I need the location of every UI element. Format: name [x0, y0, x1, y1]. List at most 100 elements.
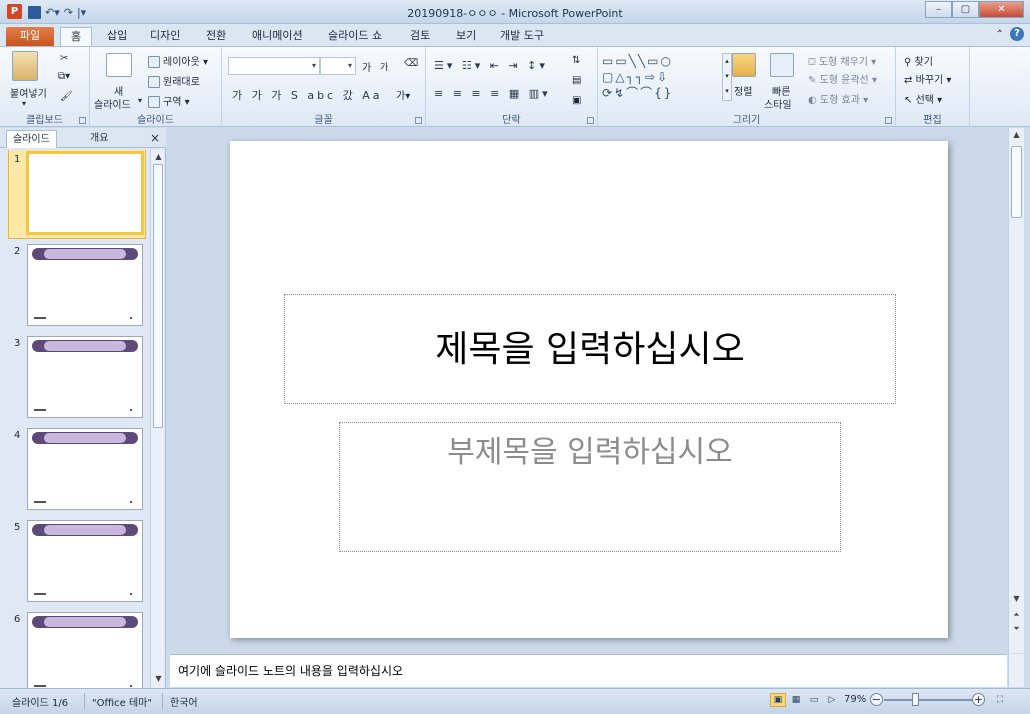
grow-font-button[interactable]: 가: [362, 59, 371, 74]
panel-tabs: 슬라이드 개요 ×: [0, 128, 166, 148]
zoom-slider[interactable]: [884, 699, 976, 701]
slide-thumbnail-row[interactable]: 6: [0, 610, 150, 688]
shapes-gallery-scroll[interactable]: ▴ ▾ ▾: [722, 53, 732, 101]
arrange-icon[interactable]: [732, 53, 756, 77]
slide-sorter-view-icon[interactable]: ▦: [788, 693, 804, 707]
zoom-slider-handle[interactable]: [912, 693, 919, 706]
fit-to-window-icon[interactable]: ⛶: [992, 693, 1008, 707]
zoom-level[interactable]: 79%: [844, 694, 866, 705]
slide-canvas[interactable]: 제목을 입력하십시오 부제목을 입력하십시오: [230, 141, 948, 638]
theme-name[interactable]: "Office 테마": [92, 694, 152, 709]
font-family-dropdown[interactable]: ▾: [228, 57, 320, 75]
notes-placeholder[interactable]: 여기에 슬라이드 노트의 내용을 입력하십시오: [178, 662, 403, 679]
font-size-dropdown[interactable]: ▾: [320, 57, 356, 75]
tab-insert[interactable]: 삽입: [97, 27, 137, 46]
new-slide-dropdown-icon[interactable]: ▾: [138, 96, 142, 105]
tab-animations[interactable]: 애니메이션: [242, 27, 313, 46]
replace-button[interactable]: ⇄ 바꾸기 ▾: [904, 71, 951, 86]
scroll-up-icon[interactable]: ▲: [1009, 130, 1024, 139]
tab-transitions[interactable]: 전환: [196, 27, 236, 46]
scroll-up-icon[interactable]: ▲: [151, 152, 166, 161]
slide-thumbnail-row[interactable]: 2: [0, 242, 150, 332]
paragraph-launcher-icon[interactable]: [587, 117, 594, 124]
text-direction-icon[interactable]: ⇅: [572, 55, 580, 66]
help-icon[interactable]: ?: [1010, 27, 1024, 41]
new-slide-button[interactable]: 슬라이드: [94, 96, 131, 111]
paste-icon[interactable]: [12, 51, 38, 81]
slide-thumbnail[interactable]: [26, 151, 144, 235]
normal-view-icon[interactable]: ▣: [770, 693, 786, 707]
zoom-out-icon[interactable]: −: [870, 693, 883, 706]
scroll-down-icon[interactable]: ▼: [151, 674, 166, 683]
smartart-icon[interactable]: ▣: [572, 95, 581, 106]
title-placeholder[interactable]: 제목을 입력하십시오: [284, 294, 896, 404]
tab-home[interactable]: 홈: [60, 27, 93, 46]
thumbnails-scrollbar[interactable]: ▲ ▼: [150, 150, 164, 688]
shape-outline-button[interactable]: ✎ 도형 윤곽선 ▾: [808, 71, 877, 86]
font-launcher-icon[interactable]: [415, 117, 422, 124]
paste-button[interactable]: 붙여넣기: [10, 85, 47, 100]
quick-styles-button[interactable]: 스타일: [764, 96, 792, 111]
subtitle-placeholder[interactable]: 부제목을 입력하십시오: [339, 422, 841, 552]
slide-thumbnail[interactable]: [27, 612, 143, 688]
cut-icon[interactable]: ✂: [60, 53, 68, 64]
slide-thumbnail-row[interactable]: 5: [0, 518, 150, 608]
slide-thumbnail-row[interactable]: 1: [0, 150, 150, 240]
tab-design[interactable]: 디자인: [140, 27, 190, 46]
new-slide-icon[interactable]: [106, 53, 132, 77]
font-formatting-row[interactable]: 가 가 가 S abc 갔 Aa: [232, 87, 382, 103]
font-color-button[interactable]: 가▾: [396, 87, 410, 102]
scroll-down-icon[interactable]: ▼: [1009, 594, 1024, 603]
scroll-thumb[interactable]: [1011, 146, 1022, 218]
clipboard-launcher-icon[interactable]: [79, 117, 86, 124]
paste-dropdown-icon[interactable]: ▾: [22, 99, 26, 108]
slide-thumbnail[interactable]: [27, 520, 143, 602]
slide-thumbnail[interactable]: [27, 244, 143, 326]
list-buttons-row[interactable]: ☰▾ ☷▾ ⇤ ⇥ ↕▾: [434, 59, 548, 72]
scroll-thumb[interactable]: [153, 164, 163, 428]
panel-close-icon[interactable]: ×: [150, 131, 160, 145]
tab-developer[interactable]: 개발 도구: [490, 27, 554, 46]
slide-thumbnail[interactable]: [27, 336, 143, 418]
reading-view-icon[interactable]: ▭: [806, 693, 822, 707]
close-button[interactable]: ✕: [979, 1, 1024, 18]
shrink-font-button[interactable]: 가: [380, 60, 388, 73]
next-slide-icon[interactable]: ⏷: [1009, 624, 1024, 634]
notes-pane[interactable]: 여기에 슬라이드 노트의 내용을 입력하십시오: [170, 654, 1007, 687]
quick-styles-icon[interactable]: [770, 53, 794, 77]
layout-button[interactable]: 레이아웃 ▾: [148, 53, 208, 68]
notes-scrollbar[interactable]: [1008, 654, 1024, 687]
tab-slides[interactable]: 슬라이드: [6, 130, 57, 148]
select-button[interactable]: ↖ 선택 ▾: [904, 91, 942, 106]
find-button[interactable]: ⚲ 찾기: [904, 53, 933, 68]
format-painter-icon[interactable]: 🖌: [60, 91, 73, 102]
tab-review[interactable]: 검토: [400, 27, 440, 46]
ribbon-collapse-icon[interactable]: ⌃: [996, 29, 1004, 40]
tab-outline[interactable]: 개요: [84, 130, 114, 148]
slideshow-view-icon[interactable]: ▷: [824, 693, 840, 707]
reset-button[interactable]: 원래대로: [148, 73, 200, 88]
tab-file[interactable]: 파일: [6, 27, 54, 46]
thumbnail-header-band: [32, 340, 138, 352]
slide-scrollbar[interactable]: ▲ ▼ ⏶ ⏷: [1008, 128, 1024, 653]
shape-effects-button[interactable]: ◐ 도형 효과 ▾: [808, 91, 868, 106]
drawing-launcher-icon[interactable]: [885, 117, 892, 124]
align-text-icon[interactable]: ▤: [572, 75, 581, 86]
slide-thumbnail[interactable]: [27, 428, 143, 510]
alignment-buttons-row[interactable]: ≡ ≡ ≡ ≡ ▦ ▥▾: [434, 87, 551, 100]
previous-slide-icon[interactable]: ⏶: [1009, 610, 1024, 620]
tab-view[interactable]: 보기: [446, 27, 486, 46]
minimize-button[interactable]: –: [925, 1, 952, 18]
tab-slideshow[interactable]: 슬라이드 쇼: [318, 27, 392, 46]
shape-fill-button[interactable]: ⛋ 도형 채우기 ▾: [808, 53, 876, 68]
copy-icon[interactable]: ⧉▾: [58, 71, 70, 82]
zoom-in-icon[interactable]: +: [972, 693, 985, 706]
slide-thumbnail-row[interactable]: 4: [0, 426, 150, 516]
slide-thumbnail-row[interactable]: 3: [0, 334, 150, 424]
maximize-button[interactable]: ▢: [952, 1, 979, 18]
arrange-button[interactable]: 정렬: [734, 83, 752, 98]
clear-formatting-icon[interactable]: ⌫: [404, 58, 418, 69]
section-button[interactable]: 구역 ▾: [148, 93, 190, 108]
shapes-gallery[interactable]: ▭▭╲╲▭○ ▢△┐┐⇨⇩ ⟳↯⌒⌒{}: [602, 53, 720, 101]
language-indicator[interactable]: 한국어: [170, 694, 198, 709]
